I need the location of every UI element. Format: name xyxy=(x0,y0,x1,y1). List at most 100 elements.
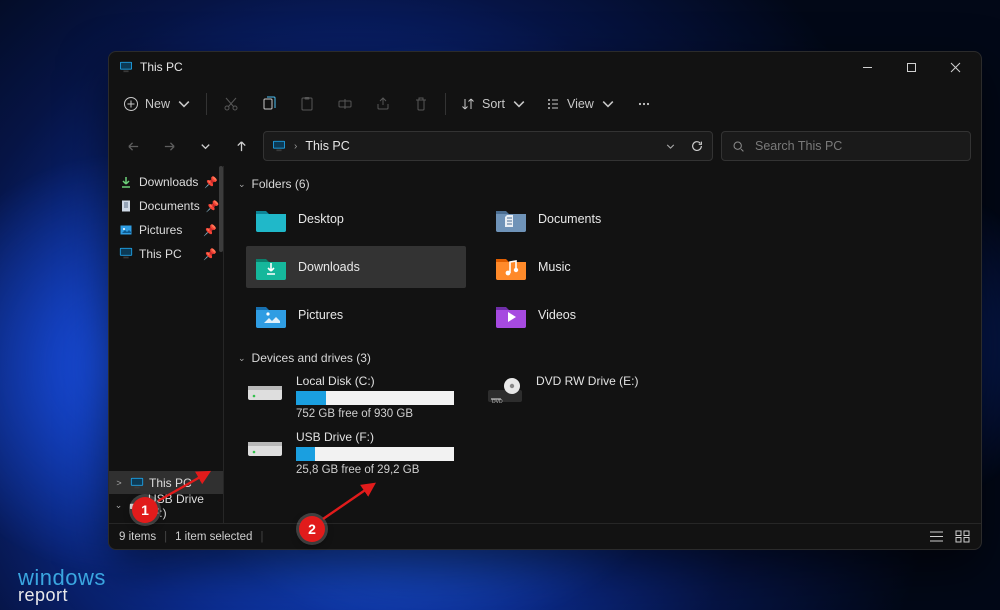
group-header-folders[interactable]: ⌄ Folders (6) xyxy=(238,172,971,196)
drive-usb-drive-f-[interactable]: USB Drive (F:) 25,8 GB free of 29,2 GB xyxy=(246,430,466,476)
copy-button[interactable] xyxy=(251,87,287,121)
cut-button[interactable] xyxy=(213,87,249,121)
group-header-drives[interactable]: ⌄ Devices and drives (3) xyxy=(238,346,971,370)
paste-button[interactable] xyxy=(289,87,325,121)
folder-label: Pictures xyxy=(298,308,343,322)
drive-free-text: 25,8 GB free of 29,2 GB xyxy=(296,464,454,476)
pin-icon[interactable]: 📌 xyxy=(206,200,220,213)
chevron-down-icon: ⌄ xyxy=(238,179,246,190)
view-button[interactable]: View xyxy=(537,87,624,121)
sort-label: Sort xyxy=(482,97,505,111)
annotation-callout-1: 1 xyxy=(132,497,158,523)
pin-icon[interactable]: 📌 xyxy=(203,248,217,261)
new-button[interactable]: New xyxy=(115,87,200,121)
search-box[interactable] xyxy=(721,131,971,161)
pin-icon[interactable]: 📌 xyxy=(203,224,217,237)
annotation-callout-2: 2 xyxy=(299,516,325,542)
up-button[interactable] xyxy=(227,132,255,160)
view-label: View xyxy=(567,97,594,111)
share-icon xyxy=(375,96,391,112)
desktop-background: This PC New Sort xyxy=(0,0,1000,610)
folder-videos[interactable]: Videos xyxy=(486,294,706,336)
share-button[interactable] xyxy=(365,87,401,121)
sort-button[interactable]: Sort xyxy=(452,87,535,121)
quick-access-this-pc[interactable]: This PC📌 xyxy=(109,242,223,266)
tree-label: USB Drive (F:) xyxy=(148,492,219,520)
quick-access-pictures[interactable]: Pictures 📌 xyxy=(109,218,223,242)
quick-access-documents[interactable]: Documents 📌 xyxy=(109,194,223,218)
search-input[interactable] xyxy=(753,138,960,154)
folder-label: Videos xyxy=(538,308,576,322)
address-row: › This PC xyxy=(109,126,981,166)
tree-label: This PC xyxy=(149,476,192,490)
folder-downloads[interactable]: Downloads xyxy=(246,246,466,288)
refresh-icon[interactable] xyxy=(690,139,704,153)
folder-icon xyxy=(254,253,288,281)
chevron-down-icon xyxy=(199,140,212,153)
delete-button[interactable] xyxy=(403,87,439,121)
folder-label: Documents xyxy=(538,212,601,226)
folder-icon xyxy=(494,253,528,281)
folder-documents[interactable]: Documents xyxy=(486,198,706,240)
back-button[interactable] xyxy=(119,132,147,160)
folder-icon xyxy=(254,301,288,329)
explorer-window: This PC New Sort xyxy=(108,51,982,550)
details-view-button[interactable] xyxy=(927,529,945,545)
capacity-bar xyxy=(296,391,454,405)
quick-access-label: Documents xyxy=(139,199,200,213)
minimize-button[interactable] xyxy=(845,52,889,82)
quick-access-downloads[interactable]: Downloads 📌 xyxy=(109,170,223,194)
folder-music[interactable]: Music xyxy=(486,246,706,288)
folder-pictures[interactable]: Pictures xyxy=(246,294,466,336)
folders-header-label: Folders (6) xyxy=(252,177,310,191)
document-icon xyxy=(119,199,133,213)
folder-desktop[interactable]: Desktop xyxy=(246,198,466,240)
rename-icon xyxy=(337,96,353,112)
view-icon xyxy=(545,96,561,112)
address-location[interactable]: This PC xyxy=(305,139,349,153)
forward-button[interactable] xyxy=(155,132,183,160)
drive-local-disk-c-[interactable]: Local Disk (C:)752 GB free of 930 GB xyxy=(246,374,466,420)
status-bar: 9 items | 1 item selected | xyxy=(109,523,981,549)
drives-header-label: Devices and drives (3) xyxy=(252,351,371,365)
scrollbar-thumb[interactable] xyxy=(219,166,223,252)
watermark: windows report xyxy=(18,568,106,604)
expander-icon[interactable]: > xyxy=(113,478,125,488)
download-icon xyxy=(119,175,133,189)
clipboard-icon xyxy=(299,96,315,112)
scissors-icon xyxy=(223,96,239,112)
tree-item-usb-drive-f-[interactable]: ⌄ USB Drive (F:) xyxy=(109,494,223,517)
status-selected-count: 1 item selected xyxy=(175,531,252,543)
folder-icon xyxy=(254,205,288,233)
command-bar: New Sort View xyxy=(109,82,981,126)
content-pane[interactable]: ⌄ Folders (6) Desktop Documents Downloads M… xyxy=(224,166,981,523)
drive-name: DVD RW Drive (E:) xyxy=(536,374,638,388)
maximize-button[interactable] xyxy=(889,52,933,82)
folder-label: Desktop xyxy=(298,212,344,226)
navigation-pane[interactable]: Downloads📌Documents📌Pictures📌This PC📌 >T… xyxy=(109,166,224,523)
quick-access-label: Downloads xyxy=(139,175,198,189)
drive-dvd-rw-drive-e-[interactable]: DVD DVD RW Drive (E:) xyxy=(486,374,706,420)
expander-icon[interactable]: ⌄ xyxy=(113,500,124,511)
recent-button[interactable] xyxy=(191,132,219,160)
chevron-down-icon: ⌄ xyxy=(238,353,246,364)
chevron-down-icon xyxy=(600,96,616,112)
drive-icon xyxy=(246,432,286,462)
drive-icon xyxy=(246,376,286,406)
chevron-down-icon[interactable] xyxy=(665,141,676,152)
plus-circle-icon xyxy=(123,96,139,112)
quick-access-label: Pictures xyxy=(139,223,182,237)
rename-button[interactable] xyxy=(327,87,363,121)
sort-icon xyxy=(460,96,476,112)
svg-text:DVD: DVD xyxy=(492,399,503,405)
close-button[interactable] xyxy=(933,52,977,82)
title-bar[interactable]: This PC xyxy=(109,52,981,82)
drive-icon: DVD xyxy=(486,376,526,406)
folder-label: Downloads xyxy=(298,260,360,274)
more-button[interactable] xyxy=(626,87,662,121)
drive-name: USB Drive (F:) xyxy=(296,430,454,444)
status-item-count: 9 items xyxy=(119,531,156,543)
address-bar[interactable]: › This PC xyxy=(263,131,713,161)
pin-icon[interactable]: 📌 xyxy=(204,176,218,189)
thumbnails-view-button[interactable] xyxy=(953,529,971,545)
